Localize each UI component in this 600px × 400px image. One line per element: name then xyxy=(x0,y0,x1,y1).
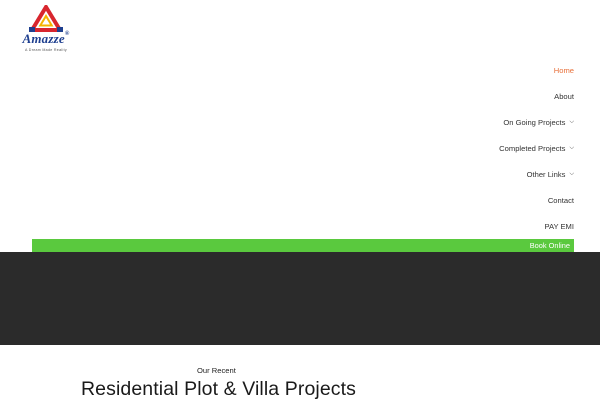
nav-item-label: About xyxy=(554,91,574,101)
book-online-button[interactable]: Book Online xyxy=(32,239,574,252)
nav-item-label: Home xyxy=(553,65,574,75)
site-logo[interactable]: Amazze® A Dream Made Reality xyxy=(18,5,74,53)
logo-tagline: A Dream Made Reality xyxy=(25,48,67,52)
book-online-label: Book Online xyxy=(529,241,570,250)
chevron-down-icon[interactable]: ⌵ xyxy=(569,119,574,126)
nav-item-label: Contact xyxy=(547,195,574,205)
hero-banner xyxy=(0,252,600,345)
section-title: Residential Plot & Villa Projects xyxy=(81,378,356,400)
main-nav: Home About On Going Projects ⌵ Completed… xyxy=(374,57,574,239)
nav-item-home[interactable]: Home xyxy=(374,57,574,83)
logo-wordmark: Amazze® xyxy=(18,31,74,47)
nav-item-on-going-projects[interactable]: On Going Projects ⌵ xyxy=(374,109,574,135)
nav-item-pay-emi[interactable]: PAY EMI xyxy=(374,213,574,239)
chevron-down-icon[interactable]: ⌵ xyxy=(569,145,574,152)
nav-item-other-links[interactable]: Other Links ⌵ xyxy=(374,161,574,187)
nav-item-completed-projects[interactable]: Completed Projects ⌵ xyxy=(374,135,574,161)
nav-item-contact[interactable]: Contact xyxy=(374,187,574,213)
registered-mark: ® xyxy=(64,31,70,37)
nav-item-about[interactable]: About xyxy=(374,83,574,109)
nav-item-label: Completed Projects xyxy=(499,143,566,153)
logo-name: Amazze xyxy=(22,31,65,46)
section-eyebrow: Our Recent xyxy=(197,366,236,375)
page: Amazze® A Dream Made Reality Home About … xyxy=(0,0,600,400)
chevron-down-icon[interactable]: ⌵ xyxy=(569,171,574,178)
logo-triangle-icon xyxy=(29,5,63,32)
nav-item-label: On Going Projects xyxy=(503,117,566,127)
nav-item-label: PAY EMI xyxy=(544,221,574,231)
nav-item-label: Other Links xyxy=(526,169,566,179)
